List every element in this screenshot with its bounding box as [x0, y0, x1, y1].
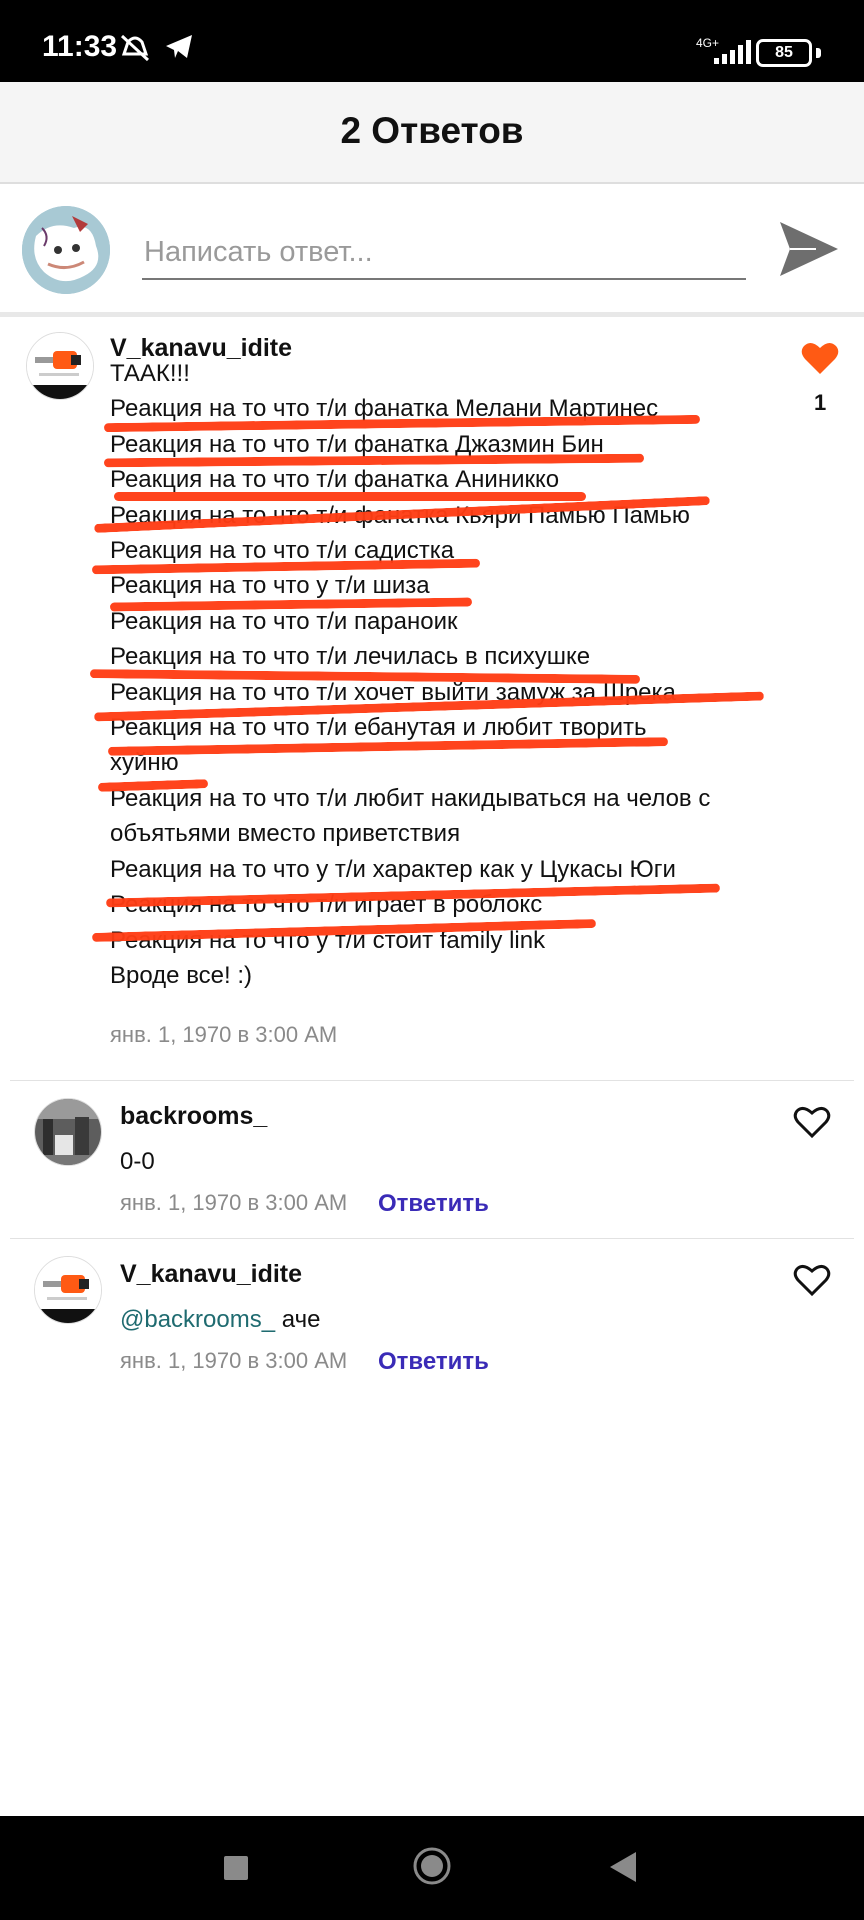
- comment-line: Реакция на то что т/и любит накидываться…: [110, 784, 711, 848]
- status-time: 11:33: [42, 30, 118, 63]
- heart-filled-icon[interactable]: [800, 338, 840, 378]
- scribble-strike: [114, 492, 586, 501]
- current-user-avatar[interactable]: [22, 206, 110, 294]
- reply-button[interactable]: Ответить: [378, 1190, 489, 1218]
- battery-indicator: 85: [756, 39, 812, 67]
- mention-link[interactable]: @backrooms_: [120, 1306, 275, 1333]
- header: 2 Ответов: [0, 82, 864, 184]
- reply-date: янв. 1, 1970 в 3:00 AM: [120, 1348, 348, 1373]
- comment-line: Вроде все! :): [110, 961, 253, 989]
- alarm-off-icon: [120, 34, 150, 62]
- divider: [10, 1080, 854, 1081]
- back-button[interactable]: [608, 1850, 638, 1884]
- author-avatar[interactable]: [26, 332, 94, 400]
- signal-icon: [714, 40, 751, 64]
- reply-compose-bar: [0, 184, 864, 317]
- status-bar: 11:33 4G+ 85: [0, 0, 864, 82]
- reply-author-username[interactable]: V_kanavu_idite: [120, 1260, 302, 1289]
- reply-item: V_kanavu_idite @backrooms_ аче янв. 1, 1…: [0, 1240, 864, 1400]
- reply-body: @backrooms_ аче: [120, 1302, 320, 1337]
- comment-line: Реакция на то что у т/и характер как у Ц…: [110, 855, 676, 883]
- backrooms-avatar-image: [35, 1099, 101, 1165]
- telegram-icon: [166, 35, 192, 58]
- reply-text: аче: [281, 1306, 321, 1333]
- reply-item: backrooms_ 0-0 янв. 1, 1970 в 3:00 AM От…: [0, 1082, 864, 1238]
- battery-tip: [816, 48, 821, 58]
- comment-date: янв. 1, 1970 в 3:00 AM: [110, 1022, 338, 1047]
- reply-text: 0-0: [120, 1148, 155, 1175]
- reply-date: янв. 1, 1970 в 3:00 AM: [120, 1190, 348, 1215]
- chainsaw-avatar-image: [35, 1257, 101, 1323]
- like-count: 1: [814, 390, 827, 415]
- reply-input[interactable]: [142, 226, 746, 280]
- system-nav-bar: [0, 1816, 864, 1920]
- heart-outline-icon[interactable]: [792, 1102, 832, 1142]
- reply-author-avatar[interactable]: [34, 1098, 102, 1166]
- avatar-image: [22, 206, 110, 294]
- heart-outline-icon[interactable]: [792, 1260, 832, 1300]
- reply-author-avatar[interactable]: [34, 1256, 102, 1324]
- comment-line: ТААК!!!: [110, 360, 190, 387]
- send-icon[interactable]: [776, 216, 842, 282]
- recents-button[interactable]: [222, 1854, 250, 1882]
- page-title: 2 Ответов: [340, 110, 524, 151]
- main-comment: V_kanavu_idite ТААК!!! Реакция на то что…: [0, 316, 864, 1080]
- divider: [10, 1238, 854, 1239]
- reply-author-username[interactable]: backrooms_: [120, 1102, 267, 1131]
- home-button[interactable]: [412, 1846, 452, 1886]
- chainsaw-avatar-image: [27, 333, 93, 399]
- reply-button[interactable]: Ответить: [378, 1348, 489, 1376]
